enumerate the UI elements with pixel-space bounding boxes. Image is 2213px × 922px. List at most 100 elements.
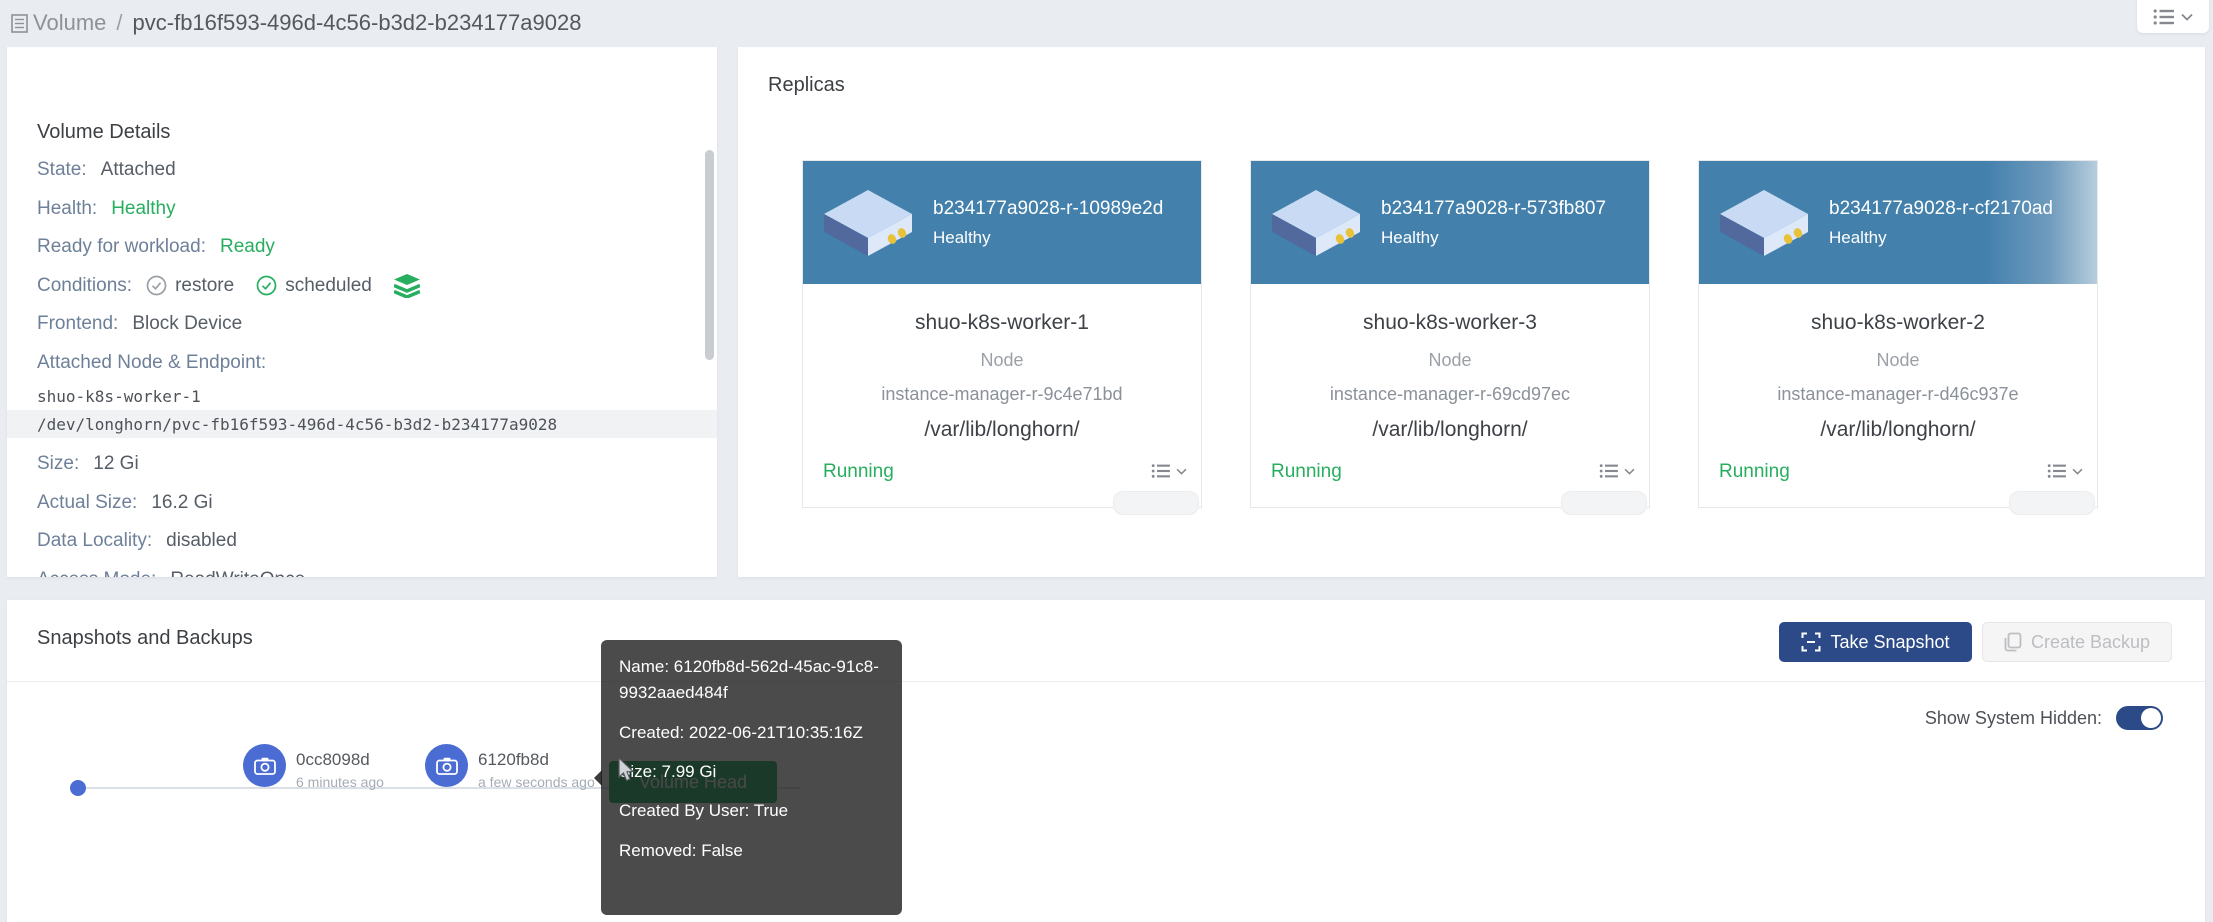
node-label: Node [1251,350,1649,371]
replica-health: Healthy [1381,228,1606,248]
replica-status: Running [1271,461,1342,483]
unordered-list-icon [1599,463,1619,479]
check-circle-gray-icon [146,275,167,296]
replica-card-footer: Running [803,451,1201,507]
volume-actions-dropdown-button[interactable] [2137,0,2209,33]
unordered-list-icon [2153,8,2175,26]
breadcrumb-volume-name: pvc-fb16f593-496d-4c56-b3d2-b234177a9028 [133,10,582,36]
snapshot-name: 6120fb8d [478,750,595,770]
size-row: Size: 12 Gi [37,445,692,484]
frontend-row: Frontend: Block Device [37,305,692,344]
state-row: State: Attached [37,151,692,190]
take-snapshot-label: Take Snapshot [1830,632,1949,653]
replica-actions-dropdown-button[interactable] [1599,463,1635,479]
size-label: Size: [37,453,79,475]
disk-icon [1251,186,1381,260]
replica-health: Healthy [933,228,1163,248]
replica-instance-manager: instance-manager-r-9c4e71bd [803,384,1201,405]
frontend-value: Block Device [132,313,242,335]
replica-card-footer: Running [1251,451,1649,507]
replica-status: Running [823,461,894,483]
replica-card-header: b234177a9028-r-cf2170ad Healthy [1699,161,2097,284]
replicas-panel: Replicas b234177a9028-r-10989e2d Healthy [738,47,2205,577]
data-locality-value: disabled [166,530,237,552]
state-label: State: [37,159,87,181]
attached-endpoint-value: /dev/longhorn/pvc-fb16f593-496d-4c56-b3d… [37,410,692,438]
access-mode-row: Access Mode: ReadWriteOnce [37,561,692,578]
take-snapshot-button[interactable]: Take Snapshot [1779,622,1972,662]
replica-card: b234177a9028-r-573fb807 Healthy shuo-k8s… [1250,160,1650,508]
node-label: Node [803,350,1201,371]
replica-card: b234177a9028-r-cf2170ad Healthy shuo-k8s… [1698,160,2098,508]
tooltip-name: Name: 6120fb8d-562d-45ac-91c8-9932aaed48… [619,654,884,707]
replica-card-body: shuo-k8s-worker-2 Node instance-manager-… [1699,311,2097,442]
replica-actions-dropdown-button[interactable] [2047,463,2083,479]
unordered-list-icon [2047,463,2067,479]
replica-node-name: shuo-k8s-worker-1 [803,311,1201,335]
health-label: Health: [37,198,97,220]
snapshot-time: 6 minutes ago [296,774,384,790]
replica-card-header: b234177a9028-r-573fb807 Healthy [1251,161,1649,284]
snapshot-chain-start-dot [70,780,86,796]
divider [7,681,2205,682]
replica-node-name: shuo-k8s-worker-2 [1699,311,2097,335]
volume-details-panel: Volume Details State: Attached Health: H… [7,47,717,577]
ready-for-workload-label: Ready for workload: [37,236,206,258]
replica-menu-ghost [1561,491,1647,515]
replica-data-path: /var/lib/longhorn/ [1699,418,2097,442]
replica-card: b234177a9028-r-10989e2d Healthy shuo-k8s… [802,160,1202,508]
attached-node-endpoint-row: Attached Node & Endpoint: [37,344,692,383]
replica-card-body: shuo-k8s-worker-1 Node instance-manager-… [803,311,1201,442]
chevron-down-icon [1624,468,1635,475]
breadcrumb-volume-link[interactable]: Volume [33,10,106,36]
frontend-label: Frontend: [37,313,118,335]
tooltip-arrow [594,770,602,786]
breadcrumb-separator: / [116,10,122,36]
actual-size-value: 16.2 Gi [151,492,212,514]
replica-name: b234177a9028-r-cf2170ad [1829,198,2053,220]
condition-scheduled-label: scheduled [285,275,372,297]
create-backup-label: Create Backup [2031,632,2150,653]
replica-cards: b234177a9028-r-10989e2d Healthy shuo-k8s… [802,160,2098,508]
replica-node-name: shuo-k8s-worker-3 [1251,311,1649,335]
show-system-hidden-toggle[interactable] [2116,706,2163,730]
replica-status: Running [1719,461,1790,483]
conditions-row: Conditions: restore scheduled [37,267,692,306]
replica-instance-manager: instance-manager-r-69cd97ec [1251,384,1649,405]
camera-icon [243,744,286,787]
snapshot-node[interactable]: 0cc8098d 6 minutes ago [243,744,384,790]
replica-card-header: b234177a9028-r-10989e2d Healthy [803,161,1201,284]
size-value: 12 Gi [93,453,138,475]
tooltip-created-by-user: Created By User: True [619,798,884,824]
snapshots-and-backups-panel: Snapshots and Backups Take Snapshot Crea… [7,600,2205,922]
toggle-knob [2141,708,2161,728]
mouse-cursor-icon [618,758,636,782]
show-system-hidden-label: Show System Hidden: [1925,708,2102,729]
condition-restore: restore [146,275,234,297]
tooltip-removed: Removed: False [619,838,884,864]
replica-data-path: /var/lib/longhorn/ [1251,418,1649,442]
attached-node-value: shuo-k8s-worker-1 [37,382,692,410]
actual-size-row: Actual Size: 16.2 Gi [37,484,692,523]
volume-icon [10,13,29,34]
replica-data-path: /var/lib/longhorn/ [803,418,1201,442]
replicas-title: Replicas [768,74,845,97]
node-label: Node [1699,350,2097,371]
snapshot-scan-icon [1801,632,1821,652]
replica-actions-dropdown-button[interactable] [1151,463,1187,479]
layers-stack-icon [394,274,420,298]
data-locality-row: Data Locality: disabled [37,522,692,561]
health-row: Health: Healthy [37,190,692,229]
replica-name: b234177a9028-r-573fb807 [1381,198,1606,220]
replica-health: Healthy [1829,228,2053,248]
backup-file-icon [2004,632,2022,652]
chevron-down-icon [2181,13,2193,21]
data-locality-label: Data Locality: [37,530,152,552]
actual-size-label: Actual Size: [37,492,137,514]
snapshot-node[interactable]: 6120fb8d a few seconds ago [425,744,595,790]
access-mode-label: Access Mode: [37,569,156,577]
volume-details-list: State: Attached Health: Healthy Ready fo… [37,151,692,577]
create-backup-button[interactable]: Create Backup [1982,622,2172,662]
volume-details-scrollbar[interactable] [705,150,714,360]
volume-details-title: Volume Details [37,121,170,144]
